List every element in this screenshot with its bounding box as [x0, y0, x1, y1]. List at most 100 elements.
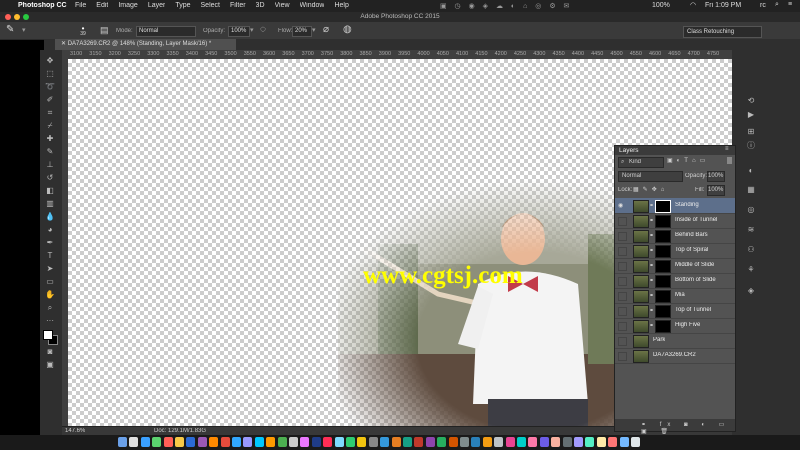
layer-row[interactable]: ⚭ Mia — [615, 288, 735, 304]
crop-tool-icon[interactable]: ⌗ — [44, 108, 56, 118]
layer-row[interactable]: ◉ ⚭ Standing — [615, 198, 735, 214]
dock-app-icon[interactable] — [448, 437, 458, 447]
layer-row[interactable]: ⚭ Top of Spiral — [615, 243, 735, 259]
more-tools-icon[interactable]: ··· — [44, 316, 56, 326]
channels-panel-icon[interactable]: ⚇ — [745, 245, 757, 255]
dock-app-icon[interactable] — [585, 437, 595, 447]
dock-app-icon[interactable] — [220, 437, 230, 447]
airbrush-icon[interactable]: ⌀ — [323, 24, 329, 35]
rectangle-tool-icon[interactable]: ▭ — [44, 277, 56, 287]
properties-panel-icon[interactable]: ⊞ — [745, 127, 757, 137]
dock-app-icon[interactable] — [277, 437, 287, 447]
visibility-eye-icon[interactable]: ◉ — [618, 202, 625, 209]
dock-app-icon[interactable] — [152, 437, 162, 447]
layer-row[interactable]: ⚭ Middle of Slide — [615, 258, 735, 274]
layer-thumbnail[interactable] — [633, 290, 649, 303]
blur-tool-icon[interactable]: 💧 — [44, 212, 56, 222]
layer-mask-thumbnail[interactable] — [655, 230, 671, 243]
opacity-input[interactable]: 100% — [228, 26, 250, 37]
menu-image[interactable]: Image — [118, 2, 137, 9]
layer-mask-thumbnail[interactable] — [655, 275, 671, 288]
dock-app-icon[interactable] — [596, 437, 606, 447]
menu-window[interactable]: Window — [300, 2, 325, 9]
menu-3d[interactable]: 3D — [256, 2, 265, 9]
layer-row[interactable]: DA7A3269.CR2 — [615, 348, 735, 364]
dock-app-icon[interactable] — [368, 437, 378, 447]
layer-thumbnail[interactable] — [633, 350, 649, 363]
document-tab[interactable]: ✕ DA7A3269.CR2 @ 148% (Standing, Layer M… — [55, 39, 236, 50]
history-panel-icon[interactable]: ⟲ — [745, 96, 757, 106]
link-chain-icon[interactable]: ⚭ — [649, 202, 654, 209]
chevron-down-icon[interactable]: ▾ — [312, 26, 316, 34]
notification-icon[interactable]: ≡ — [788, 1, 792, 8]
swatches-panel-icon[interactable]: ▦ — [745, 185, 757, 195]
dock-app-icon[interactable] — [380, 437, 390, 447]
layer-mask-thumbnail[interactable] — [655, 305, 671, 318]
type-tool-icon[interactable]: T — [44, 251, 56, 261]
path-selection-tool-icon[interactable]: ➤ — [44, 264, 56, 274]
link-chain-icon[interactable]: ⚭ — [649, 232, 654, 239]
visibility-eye-icon[interactable] — [618, 247, 627, 256]
brush-preset-picker[interactable]: • 39 — [76, 24, 90, 37]
brush-panel-icon[interactable]: ▤ — [100, 25, 109, 36]
dock-app-icon[interactable] — [608, 437, 618, 447]
zoom-level[interactable]: 147.6% — [65, 428, 85, 434]
visibility-eye-icon[interactable] — [618, 307, 627, 316]
dock-app-icon[interactable] — [574, 437, 583, 447]
layer-row[interactable]: ⚭ Inside of Tunnel — [615, 213, 735, 229]
link-chain-icon[interactable]: ⚭ — [649, 292, 654, 299]
visibility-eye-icon[interactable] — [618, 352, 627, 361]
zoom-tool-icon[interactable]: ⌕ — [44, 303, 56, 313]
layer-opacity-input[interactable]: 100% — [707, 171, 725, 182]
dock-app-icon[interactable] — [460, 437, 469, 447]
app-name-menu[interactable]: Photoshop CC — [18, 2, 67, 9]
layer-mask-thumbnail[interactable] — [655, 320, 671, 333]
dock-app-icon[interactable] — [357, 437, 367, 447]
move-tool-icon[interactable]: ✥ — [44, 56, 56, 66]
menu-view[interactable]: View — [275, 2, 290, 9]
dock-app-icon[interactable] — [209, 437, 219, 447]
dock-app-icon[interactable] — [346, 437, 355, 447]
dock-app-icon[interactable] — [129, 437, 139, 447]
dock-app-icon[interactable] — [243, 437, 253, 447]
filter-toggle[interactable] — [727, 157, 732, 164]
layers-panel-title[interactable]: Layers — [619, 147, 639, 154]
document-size-info[interactable]: Doc: 129.1M/1.83G — [154, 428, 206, 434]
dock-app-icon[interactable] — [539, 437, 549, 447]
actions-panel-icon[interactable]: ▶ — [745, 110, 757, 120]
history-brush-tool-icon[interactable]: ↺ — [44, 173, 56, 183]
dock-app-icon[interactable] — [391, 437, 401, 447]
dock-app-icon[interactable] — [482, 437, 492, 447]
visibility-eye-icon[interactable] — [618, 292, 627, 301]
clock[interactable]: Fri 1:09 PM — [705, 2, 741, 9]
eyedropper-tool-icon[interactable]: ⌿ — [44, 121, 56, 131]
gradient-tool-icon[interactable]: ▥ — [44, 199, 56, 209]
layer-blend-mode-select[interactable]: Normal — [618, 171, 683, 182]
pressure-size-icon[interactable]: ◍ — [343, 24, 352, 35]
chevron-down-icon[interactable]: ▾ — [250, 26, 254, 34]
dock-app-icon[interactable] — [494, 437, 504, 447]
paths-panel-icon[interactable]: ⚘ — [745, 265, 757, 275]
dock-app-icon[interactable] — [175, 437, 184, 447]
dock-app-icon[interactable] — [300, 437, 310, 447]
screen-mode-icon[interactable]: ▣ — [44, 360, 56, 370]
layer-thumbnail[interactable] — [633, 305, 649, 318]
dock-app-icon[interactable] — [517, 437, 526, 447]
menu-file[interactable]: File — [75, 2, 86, 9]
link-chain-icon[interactable]: ⚭ — [649, 247, 654, 254]
layer-row[interactable]: ⚭ High Five — [615, 318, 735, 334]
link-chain-icon[interactable]: ⚭ — [649, 322, 654, 329]
hand-tool-icon[interactable]: ✋ — [44, 290, 56, 300]
layer-filter-icons[interactable]: ▣◐T⌂▭ — [667, 157, 709, 164]
layers-panel-icon[interactable]: ◈ — [745, 286, 757, 296]
quick-mask-icon[interactable]: ◙ — [44, 347, 56, 357]
color-panel-icon[interactable]: ◐ — [745, 166, 757, 176]
visibility-eye-icon[interactable] — [618, 232, 627, 241]
dock-app-icon[interactable] — [414, 437, 424, 447]
menu-type[interactable]: Type — [175, 2, 190, 9]
layer-row[interactable]: ⚭ Top of Tunnel — [615, 303, 735, 319]
dock-app-icon[interactable] — [311, 437, 321, 447]
flow-input[interactable]: 20% — [292, 26, 312, 37]
dock-app-icon[interactable] — [425, 437, 435, 447]
dock-app-icon[interactable] — [232, 437, 241, 447]
